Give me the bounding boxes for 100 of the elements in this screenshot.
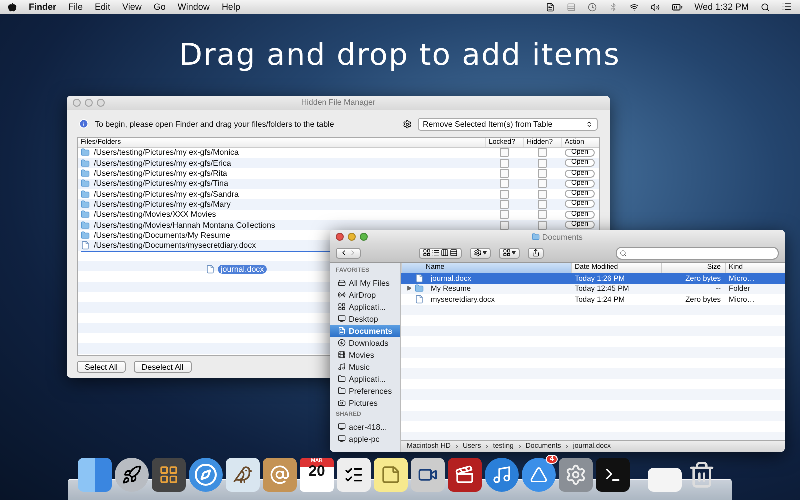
back-forward-button[interactable] [336, 248, 361, 258]
checkbox[interactable] [538, 158, 546, 168]
file-path: /Users/testing/Pictures/my ex-gfs/Monica [94, 148, 239, 158]
columns-icon [441, 249, 449, 257]
antenna-icon [338, 291, 346, 299]
menu-clock[interactable]: Wed 1:32 PM [694, 2, 749, 12]
sidebar-item[interactable]: Documents [330, 325, 400, 337]
folder-icon [81, 210, 90, 220]
folder-icon [81, 158, 90, 168]
window-close-button[interactable] [73, 98, 81, 107]
chevron-icon [564, 444, 570, 450]
music-note-icon[interactable] [485, 458, 519, 492]
share-button[interactable] [528, 248, 544, 258]
menu-item[interactable]: Go [154, 2, 166, 12]
battery-icon[interactable] [672, 2, 683, 12]
sidebar-item[interactable]: Pictures [330, 397, 400, 409]
sidebar-item[interactable]: Preferences [330, 385, 400, 397]
wifi-icon[interactable] [630, 2, 639, 12]
menu-item[interactable]: Help [222, 2, 240, 12]
chevron-icon [484, 444, 490, 450]
window-zoom-button[interactable] [360, 233, 368, 241]
window-thumbnail[interactable] [648, 468, 682, 492]
sidebar-item[interactable]: Applicati... [330, 373, 400, 385]
rocket-icon[interactable] [115, 458, 149, 492]
checkbox[interactable] [538, 210, 546, 220]
checkbox[interactable] [500, 148, 508, 158]
action-button[interactable] [470, 248, 491, 258]
checkbox[interactable] [500, 210, 508, 220]
sidebar-item[interactable]: Music [330, 361, 400, 373]
checkbox[interactable] [538, 200, 546, 209]
grid-icon [423, 249, 431, 257]
menu-item[interactable]: Window [178, 2, 210, 12]
list-icon[interactable] [782, 2, 792, 12]
file-path: /Users/testing/Documents/My Resume [94, 230, 230, 240]
folder-icon [338, 387, 346, 395]
document-icon[interactable] [546, 2, 555, 12]
sidebar-item[interactable]: Downloads [330, 337, 400, 349]
menu-item[interactable]: View [122, 2, 142, 12]
view-mode-button[interactable] [419, 248, 462, 258]
bluetooth-icon[interactable] [608, 2, 618, 12]
checkbox[interactable] [538, 169, 546, 178]
window-minimize-button[interactable] [348, 233, 356, 241]
document-icon [415, 274, 424, 283]
checkbox[interactable] [500, 220, 508, 230]
bird-icon[interactable] [226, 458, 260, 492]
sidebar-item[interactable]: acer-418... [330, 421, 400, 433]
monitor-icon [338, 315, 346, 323]
checkbox[interactable] [500, 200, 508, 209]
window-minimize-button[interactable] [85, 98, 93, 107]
search-icon[interactable] [761, 2, 770, 12]
gear-icon[interactable] [403, 120, 412, 129]
bars-icon[interactable] [566, 2, 576, 12]
sidebar-item[interactable]: AirDrop [330, 289, 400, 301]
sidebar-item[interactable]: Applicati... [330, 301, 400, 313]
checkbox[interactable] [500, 190, 508, 199]
at-sign-icon[interactable] [263, 458, 297, 492]
window-close-button[interactable] [336, 233, 344, 241]
search-field[interactable] [616, 246, 779, 260]
table-button[interactable]: Select All [77, 361, 126, 373]
folder-icon [81, 179, 90, 188]
table-button[interactable]: Deselect All [134, 361, 192, 373]
arrange-button[interactable] [499, 248, 520, 258]
folder-icon [81, 230, 90, 240]
checkbox[interactable] [538, 220, 546, 230]
camera-icon[interactable] [411, 458, 445, 492]
monitor-icon [338, 435, 346, 443]
clock-icon[interactable] [588, 2, 597, 12]
sidebar-item[interactable]: Desktop [330, 313, 400, 325]
apple-icon[interactable] [8, 2, 17, 12]
checkbox[interactable] [500, 179, 508, 188]
menu-item[interactable]: Edit [95, 2, 111, 12]
window-zoom-button[interactable] [97, 98, 105, 107]
checkbox[interactable] [500, 158, 508, 168]
checkbox[interactable] [500, 169, 508, 178]
checkbox[interactable] [538, 179, 546, 188]
sidebar-item[interactable]: Movies [330, 349, 400, 361]
sidebar-item[interactable]: apple-pc [330, 433, 400, 445]
clapperboard-icon[interactable] [448, 458, 482, 492]
checkbox[interactable] [538, 190, 546, 199]
menu-app-name[interactable]: Finder [29, 2, 57, 12]
sidebar-item[interactable]: All My Files [330, 277, 400, 289]
compass-icon[interactable] [189, 458, 223, 492]
file-path: /Users/testing/Pictures/my ex-gfs/Sandra [94, 190, 239, 199]
chevron-right-icon [349, 249, 357, 257]
monitor-icon [338, 423, 346, 431]
volume-icon[interactable] [650, 2, 660, 12]
gear-icon [474, 249, 482, 257]
file-path: /Users/testing/Movies/XXX Movies [94, 210, 216, 220]
checkbox[interactable] [538, 148, 546, 158]
folder-icon [81, 169, 90, 178]
action-dropdown[interactable]: Remove Selected Item(s) from Table [418, 118, 598, 131]
disclosure-icon[interactable] [407, 286, 412, 292]
headline: Drag and drop to add items [178, 38, 622, 73]
window-title: Hidden File Manager [300, 98, 377, 108]
file-path: /Users/testing/Pictures/my ex-gfs/Erica [94, 158, 232, 168]
document-icon [81, 241, 90, 250]
file-path: /Users/testing/Pictures/my ex-gfs/Rita [94, 169, 228, 178]
terminal-icon[interactable] [596, 458, 630, 492]
menu-item[interactable]: File [68, 2, 84, 12]
checklist-icon[interactable] [337, 458, 371, 492]
